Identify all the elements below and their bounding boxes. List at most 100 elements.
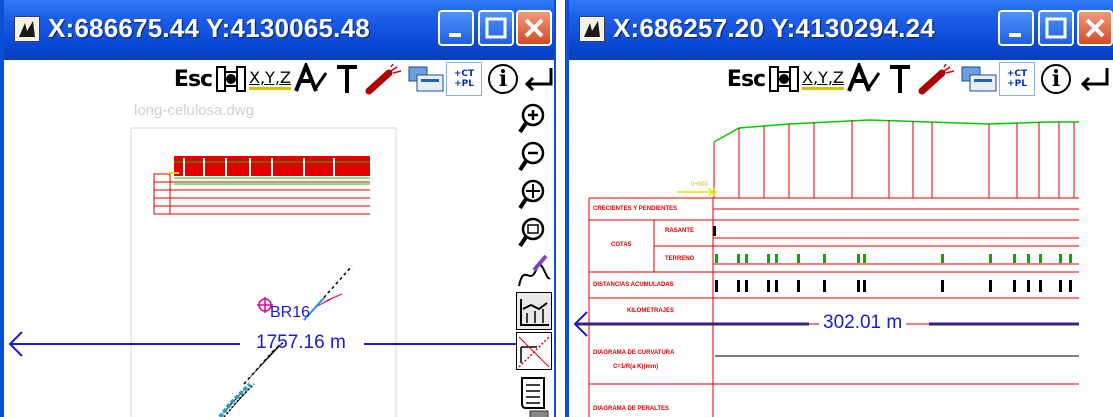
script-icon: [521, 377, 545, 409]
distance-value-mark: [863, 280, 866, 292]
zoom-window-icon: [518, 217, 545, 248]
distance-value-mark: [715, 280, 718, 292]
eraser-pen-button[interactable]: [364, 60, 404, 98]
row-curvatura-formula: C=1/R(a K)(mm): [613, 364, 659, 370]
draw-polyline-icon: [518, 254, 551, 287]
pan-button[interactable]: [516, 176, 552, 214]
title-bar[interactable]: X:686257.20 Y:4130294.24: [569, 0, 1113, 60]
row-diagrama-peraltes: DIAGRAMA DE PERALTES: [593, 406, 670, 412]
enter-button[interactable]: [1077, 60, 1113, 98]
info-button[interactable]: i: [484, 60, 522, 98]
distance-value-mark: [1069, 280, 1072, 292]
close-icon: [1085, 18, 1105, 38]
close-icon: [524, 18, 544, 38]
distance-value-mark: [857, 280, 860, 292]
terreno-value-mark: [797, 254, 800, 263]
camera-button[interactable]: [516, 408, 552, 417]
layers-button[interactable]: [214, 60, 248, 98]
terreno-value-mark: [1069, 254, 1072, 263]
pick-height-button[interactable]: [332, 60, 362, 98]
export-icon: [961, 66, 997, 92]
measure-button[interactable]: [516, 332, 552, 370]
layers-icon: [216, 66, 246, 92]
add-ct-pl-button[interactable]: +CT +PL: [446, 62, 482, 96]
zoom-out-icon: [518, 141, 545, 172]
terreno-value-mark: [1027, 254, 1030, 263]
row-diagrama-curvatura: DIAGRAMA DE CURVATURA: [593, 350, 675, 356]
distance-value-mark: [767, 280, 770, 292]
pl-label: +PL: [1007, 79, 1027, 89]
distance-label: 302.01 m: [819, 312, 907, 334]
eraser-pen-icon: [365, 63, 402, 95]
terreno-value-mark: [941, 254, 944, 263]
window-title: X:686257.20 Y:4130294.24: [613, 13, 935, 43]
text-tool-button[interactable]: [292, 60, 330, 98]
add-ct-pl-button[interactable]: +CT +PL: [999, 62, 1035, 96]
escape-button[interactable]: Esc: [173, 60, 213, 98]
row-distancias: DISTANCIAS ACUMULADAS: [593, 282, 674, 288]
coordinates-button[interactable]: X,Y,Z: [802, 60, 844, 98]
minimize-icon: [449, 33, 461, 37]
minimize-button[interactable]: [998, 10, 1034, 46]
window-right: X:686257.20 Y:4130294.24 Esc X,Y,Z +CT +…: [565, 0, 1113, 417]
script-button[interactable]: [516, 374, 552, 412]
pan-icon: [518, 179, 545, 210]
zoom-in-icon: [518, 103, 545, 134]
zoom-window-button[interactable]: [516, 214, 552, 252]
eraser-pen-button[interactable]: [917, 60, 957, 98]
draw-polyline-button[interactable]: [516, 252, 552, 290]
export-button[interactable]: [406, 60, 446, 98]
terreno-value-mark: [857, 254, 860, 263]
drawing-canvas[interactable]: 0+000 CRECIENTES Y PENDIENTES COTAS RASA…: [569, 98, 1079, 417]
app-icon[interactable]: [14, 16, 40, 42]
row-crecientes: CRECIENTES Y PENDIENTES: [593, 206, 678, 212]
title-bar[interactable]: X:686675.44 Y:4130065.48: [4, 0, 554, 60]
coordinates-icon: X,Y,Z: [249, 68, 291, 90]
escape-button[interactable]: Esc: [727, 60, 766, 98]
distance-value-mark: [775, 280, 778, 292]
distance-value-mark: [745, 280, 748, 292]
pick-height-button[interactable]: [885, 60, 915, 98]
terreno-value-mark: [989, 254, 992, 263]
maximize-button[interactable]: [478, 10, 514, 46]
layers-button[interactable]: [767, 60, 801, 98]
terreno-value-mark: [1059, 254, 1062, 263]
ct-label: +CT: [1006, 69, 1028, 79]
row-kilometrajes: KILOMETRAJES: [627, 308, 675, 314]
drawing-canvas[interactable]: long-celulosa.dwg BR16 1757.16 m: [4, 98, 520, 417]
row-terreno: TERRENO: [665, 256, 695, 262]
toolbar: Esc X,Y,Z +CT +PL i: [727, 60, 1113, 98]
distance-label: 1757.16 m: [256, 332, 346, 353]
terreno-value-mark: [715, 254, 718, 263]
camera-icon: [529, 410, 549, 417]
terreno-value-mark: [737, 254, 740, 263]
distance-value-mark: [941, 280, 944, 292]
ct-label: +CT: [453, 69, 475, 79]
maximize-icon: [1045, 17, 1067, 39]
zoom-out-button[interactable]: [516, 138, 552, 176]
text-tool-icon: [294, 63, 328, 92]
maximize-button[interactable]: [1038, 10, 1074, 46]
profile-thumbnail: [153, 156, 370, 215]
info-button[interactable]: i: [1037, 60, 1075, 98]
text-tool-button[interactable]: [845, 60, 883, 98]
zoom-in-button[interactable]: [516, 100, 552, 138]
toolbar: Esc X,Y,Z +CT +PL i: [173, 60, 554, 98]
escape-icon: Esc: [173, 66, 213, 92]
close-button[interactable]: [516, 10, 552, 46]
terreno-value-mark: [745, 254, 748, 263]
point-label: BR16: [270, 304, 311, 321]
layers-icon: [769, 66, 799, 92]
export-button[interactable]: [959, 60, 999, 98]
coordinates-button[interactable]: X,Y,Z: [249, 60, 291, 98]
terreno-value-mark: [775, 254, 778, 263]
app-icon[interactable]: [579, 16, 605, 42]
drawing-svg: [8, 127, 520, 417]
minimize-button[interactable]: [438, 10, 474, 46]
terreno-value-mark: [767, 254, 770, 263]
profile-button[interactable]: [516, 292, 552, 330]
enter-button[interactable]: [522, 60, 554, 98]
close-button[interactable]: [1077, 10, 1113, 46]
profile-icon: [520, 299, 549, 326]
distance-value-mark: [1039, 280, 1042, 292]
